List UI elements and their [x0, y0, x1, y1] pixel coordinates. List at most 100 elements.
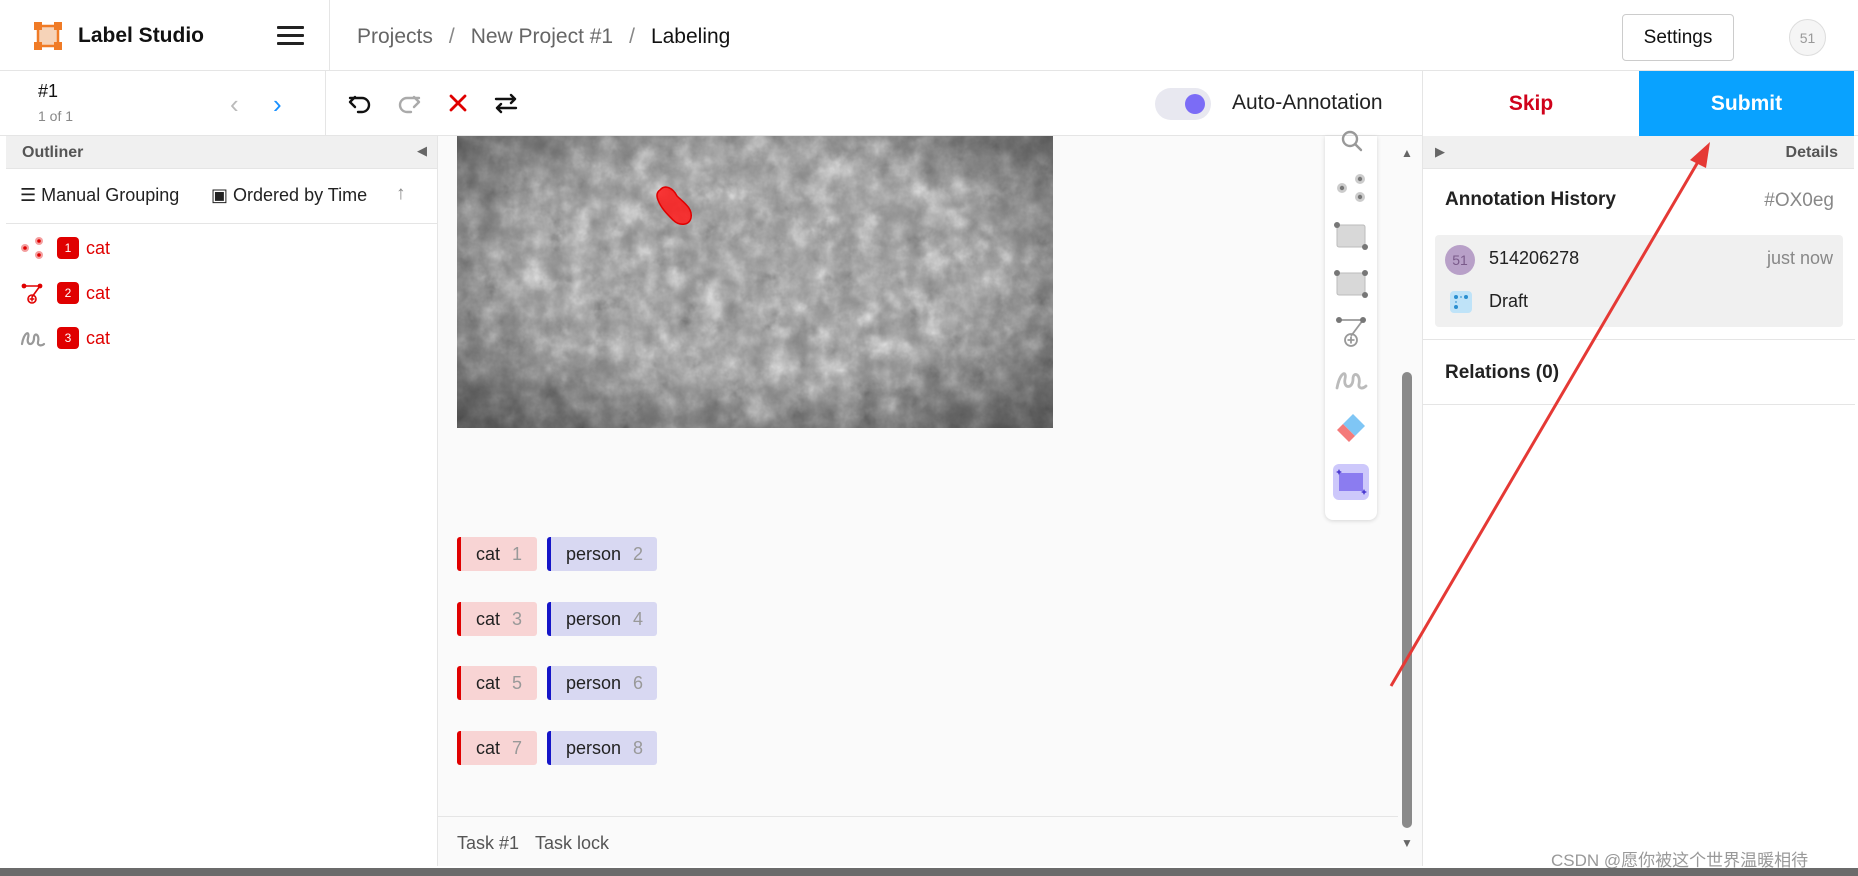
outliner-controls: ☰ Manual Grouping ▣ Ordered by Time ↑	[6, 169, 437, 224]
task-count: 1 of 1	[38, 108, 74, 124]
footer-task-lock: Task lock	[535, 833, 610, 853]
auto-annotation-label: Auto-Annotation	[1232, 91, 1383, 114]
task-info: #1 1 of 1 ‹ ›	[6, 71, 326, 136]
breadcrumb-labeling: Labeling	[650, 25, 731, 48]
reset-close-icon[interactable]	[444, 89, 472, 117]
region-item[interactable]: 1 cat	[6, 228, 436, 268]
outliner-title: Outliner	[22, 144, 84, 161]
label-name: cat	[476, 738, 501, 758]
annotation-history-entry[interactable]: 51 514206278 just now Draft	[1435, 235, 1843, 327]
label-chip-cat[interactable]: cat 5	[457, 666, 537, 700]
prev-task-icon[interactable]: ‹	[230, 89, 239, 120]
label-chip-cat[interactable]: cat 7	[457, 731, 537, 765]
expand-right-icon[interactable]: ▶	[1435, 144, 1445, 160]
collapse-left-icon[interactable]: ◀	[417, 143, 427, 159]
rectangle-3point-tool-icon[interactable]	[1333, 266, 1369, 302]
details-panel: ▶ Details Annotation History #OX0eg 51 5…	[1422, 136, 1855, 866]
brush-tool-icon[interactable]	[1333, 362, 1369, 398]
task-footer: Task #1 Task lock	[438, 816, 1398, 866]
relations-label: Relations (0)	[1445, 362, 1560, 383]
breadcrumb: Projects / New Project #1 / Labeling	[357, 25, 730, 49]
scroll-down-icon[interactable]: ▼	[1401, 836, 1413, 850]
label-chip-person[interactable]: person 4	[547, 602, 657, 636]
settings-button[interactable]: Settings	[1622, 14, 1734, 61]
top-header: Label Studio Projects / New Project #1 / Lab…	[0, 0, 1858, 71]
annotation-history-title: Annotation History	[1445, 189, 1616, 210]
sort-direction-icon[interactable]: ↑	[396, 183, 406, 205]
details-header: ▶ Details	[1423, 136, 1854, 169]
region-index-badge: 3	[57, 327, 79, 349]
breadcrumb-project[interactable]: New Project #1	[471, 25, 613, 48]
hamburger-menu-icon[interactable]	[277, 26, 304, 46]
swap-arrows-icon[interactable]	[492, 89, 520, 117]
next-task-icon[interactable]: ›	[273, 89, 282, 120]
breadcrumb-separator: /	[448, 25, 455, 48]
label-hotkey: 6	[633, 673, 644, 693]
labeling-canvas-area: ▲ ▼ cat 1 person 2 cat 3 person 4 cat 5 perso…	[438, 130, 1422, 866]
auto-annotation-toggle[interactable]	[1155, 88, 1211, 120]
annotation-image[interactable]	[457, 136, 1053, 428]
label-hotkey: 4	[633, 609, 644, 629]
skip-button[interactable]: Skip	[1423, 71, 1639, 136]
grouping-label: Manual Grouping	[41, 185, 180, 205]
region-item[interactable]: 2 cat	[6, 273, 436, 313]
breadcrumb-separator: /	[629, 25, 635, 48]
label-name: person	[566, 738, 622, 758]
breadcrumb-projects[interactable]: Projects	[357, 25, 433, 48]
label-chip-person[interactable]: person 6	[547, 666, 657, 700]
label-name: cat	[476, 609, 501, 629]
relations-section[interactable]: Relations (0)	[1423, 339, 1855, 405]
label-hotkey: 5	[512, 673, 523, 693]
calendar-icon: ▣	[211, 185, 229, 205]
annotation-toolbar: #1 1 of 1 ‹ › Auto-Annotation Skip Submi…	[0, 71, 1858, 136]
redo-icon[interactable]	[395, 89, 423, 117]
region-item[interactable]: 3 cat	[6, 318, 436, 358]
region-label: cat	[86, 283, 111, 303]
undo-icon[interactable]	[346, 89, 374, 117]
history-user: 514206278	[1489, 248, 1580, 268]
polygon-tool-icon[interactable]	[1333, 314, 1369, 350]
label-hotkey: 2	[633, 544, 644, 564]
label-hotkey: 7	[512, 738, 523, 758]
logo-area: Label Studio	[0, 0, 330, 71]
grouping-dropdown[interactable]: ☰ Manual Grouping	[20, 185, 179, 206]
label-name: person	[566, 609, 622, 629]
label-name: cat	[476, 544, 501, 564]
region-label: cat	[86, 238, 111, 258]
keypoint-tool-icon[interactable]	[1333, 170, 1369, 206]
scroll-up-icon[interactable]: ▲	[1401, 146, 1413, 160]
polygon-icon	[21, 283, 43, 304]
eraser-tool-icon[interactable]	[1333, 410, 1369, 446]
history-time: just now	[1766, 248, 1833, 268]
tools-panel	[1325, 130, 1377, 520]
footer-task-label: Task #1	[457, 833, 520, 853]
label-name: person	[566, 544, 622, 564]
rectangle-tool-icon[interactable]	[1333, 218, 1369, 254]
user-avatar[interactable]: 51	[1789, 19, 1826, 56]
label-chip-cat[interactable]: cat 1	[457, 537, 537, 571]
ordering-dropdown[interactable]: ▣ Ordered by Time	[211, 185, 367, 206]
history-status: Draft	[1489, 291, 1529, 311]
zoom-icon[interactable]	[1333, 130, 1369, 166]
submit-button[interactable]: Submit	[1639, 71, 1854, 136]
label-studio-logo-icon	[34, 22, 62, 50]
action-buttons: Skip Submit	[1422, 71, 1858, 136]
app-title: Label Studio	[78, 24, 204, 47]
region-label: cat	[86, 328, 111, 348]
label-chip-person[interactable]: person 2	[547, 537, 657, 571]
details-title: Details	[1785, 144, 1838, 161]
outliner-header: Outliner ◀	[6, 136, 437, 169]
outliner-panel: Outliner ◀ ☰ Manual Grouping ▣ Ordered b…	[6, 136, 438, 866]
grayscale-image-canvas[interactable]	[457, 136, 1053, 428]
magic-rectangle-tool-icon[interactable]	[1333, 464, 1369, 500]
history-avatar: 51	[1445, 245, 1475, 275]
scrollbar-thumb[interactable]	[1402, 372, 1412, 828]
canvas-scrollbar[interactable]: ▲ ▼	[1398, 136, 1416, 856]
label-chip-cat[interactable]: cat 3	[457, 602, 537, 636]
keypoint-icon	[21, 237, 43, 259]
draft-icon	[1450, 291, 1472, 313]
ordering-label: Ordered by Time	[233, 185, 368, 205]
label-chip-person[interactable]: person 8	[547, 731, 657, 765]
label-hotkey: 1	[512, 544, 523, 564]
label-hotkey: 8	[633, 738, 644, 758]
